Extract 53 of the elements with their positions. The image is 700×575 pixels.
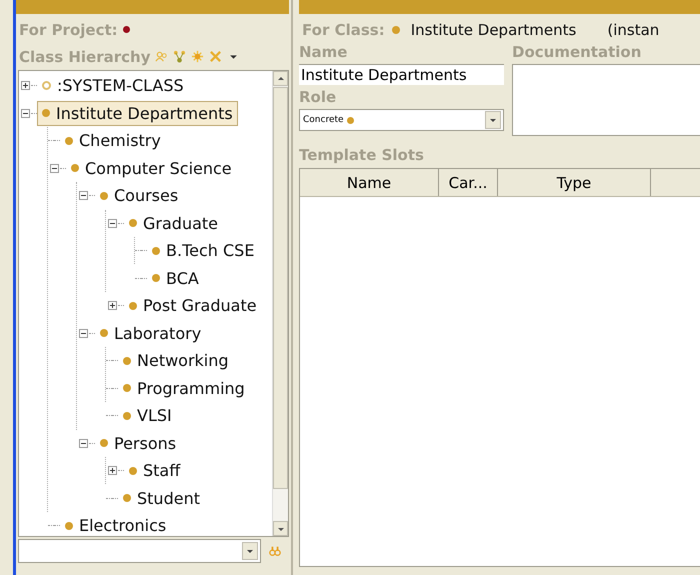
- instance-note: (instan: [607, 20, 660, 38]
- tree-item[interactable]: Staff: [124, 458, 186, 484]
- star-icon[interactable]: [191, 50, 204, 63]
- tree-item[interactable]: Networking: [118, 348, 234, 374]
- tree-item[interactable]: Electronics: [60, 513, 172, 536]
- project-label: For Project:: [19, 20, 118, 38]
- role-dropdown[interactable]: Concrete: [299, 109, 504, 131]
- scroll-down-button[interactable]: [273, 521, 288, 536]
- tree-item[interactable]: Chemistry: [60, 128, 166, 154]
- collapse-icon[interactable]: [50, 164, 58, 173]
- template-slots-label: Template Slots: [299, 146, 425, 164]
- tree-item[interactable]: Institute Departments: [37, 100, 238, 126]
- tree-item[interactable]: Student: [118, 486, 205, 511]
- collapse-icon[interactable]: [78, 191, 88, 200]
- tree-item[interactable]: :SYSTEM-CLASS: [37, 73, 189, 98]
- tree-item[interactable]: B.Tech CSE: [147, 238, 260, 264]
- tree-item[interactable]: VLSI: [118, 403, 177, 428]
- class-name-text: Institute Departments: [410, 20, 576, 38]
- expand-icon[interactable]: [108, 301, 116, 310]
- scroll-thumb[interactable]: [273, 87, 288, 489]
- documentation-field[interactable]: [512, 64, 700, 136]
- project-dot-icon: [122, 26, 130, 33]
- column-header[interactable]: Car...: [439, 169, 498, 196]
- tree-item[interactable]: Programming: [118, 376, 250, 401]
- name-field[interactable]: Institute Departments: [299, 64, 504, 85]
- tree-item[interactable]: BCA: [147, 266, 204, 291]
- tree-item[interactable]: Persons: [95, 430, 182, 456]
- role-label: Role: [299, 88, 338, 106]
- up-arrow-icon: [276, 74, 284, 82]
- collapse-icon[interactable]: [78, 438, 88, 448]
- caret-icon: [489, 116, 497, 124]
- collapse-icon[interactable]: [20, 108, 30, 118]
- scrollbar[interactable]: [272, 71, 288, 536]
- expand-icon[interactable]: [20, 81, 30, 90]
- collapse-icon[interactable]: [78, 328, 88, 338]
- scroll-up-button[interactable]: [273, 71, 288, 86]
- name-label: Name: [299, 43, 348, 61]
- search-combo-field[interactable]: [18, 539, 261, 563]
- caret-icon: [246, 547, 254, 555]
- column-header[interactable]: Type: [498, 169, 651, 196]
- collapse-icon[interactable]: [108, 218, 116, 228]
- expand-icon[interactable]: [108, 466, 116, 476]
- class-hierarchy-label: Class Hierarchy: [19, 48, 150, 66]
- column-header[interactable]: Name: [300, 169, 439, 196]
- tree-item[interactable]: Laboratory: [95, 320, 206, 346]
- tree-item[interactable]: Courses: [95, 183, 184, 208]
- documentation-label: Documentation: [512, 43, 642, 61]
- role-dot-icon: [346, 116, 354, 124]
- for-class-label: For Class:: [302, 20, 385, 38]
- tree-item[interactable]: Graduate: [124, 210, 223, 236]
- tree-item[interactable]: Post Graduate: [124, 293, 262, 318]
- class-dot-icon: [392, 26, 400, 34]
- tree-item[interactable]: Computer Science: [66, 156, 237, 181]
